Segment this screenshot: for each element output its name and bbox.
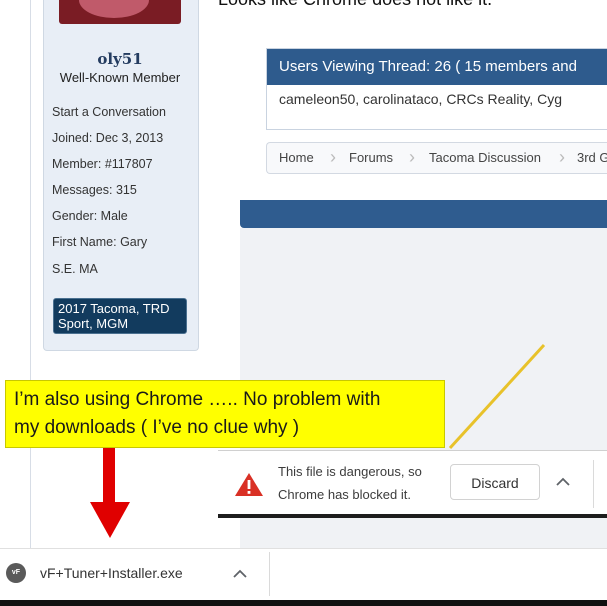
user-title: Well-Known Member	[59, 70, 181, 85]
breadcrumb-separator: ›	[559, 147, 565, 167]
shelf-divider	[269, 552, 270, 596]
messages-label: Messages:	[52, 183, 113, 197]
forum-footer-bar	[240, 200, 607, 228]
post-text: Looks like Chrome does not like it.	[218, 0, 492, 10]
chevron-up-icon[interactable]	[555, 475, 571, 489]
breadcrumb: Home › Forums › Tacoma Discussion › 3rd …	[266, 142, 607, 174]
users-viewing-panel: Users Viewing Thread: 26 ( 15 members an…	[266, 48, 607, 130]
username[interactable]: oly51	[43, 50, 197, 68]
warning-line-1: This file is dangerous, so	[278, 464, 422, 479]
member-label: Member:	[52, 157, 102, 171]
breadcrumb-tacoma-discussion[interactable]: Tacoma Discussion	[429, 143, 541, 173]
joined-row: Joined: Dec 3, 2013	[52, 131, 163, 145]
warning-message: This file is dangerous, so Chrome has bl…	[278, 460, 448, 506]
annotation-line-1: I’m also using Chrome ….. No problem wit…	[14, 389, 381, 410]
page-left-gutter	[0, 0, 31, 548]
start-conversation-link[interactable]: Start a Conversation	[52, 105, 166, 119]
messages-value[interactable]: 315	[116, 183, 137, 197]
shelf-edge	[218, 514, 607, 518]
download-item-filename[interactable]: vF+Tuner+Installer.exe	[40, 565, 183, 581]
joined-value: Dec 3, 2013	[95, 131, 164, 145]
firstname-label: First Name:	[52, 235, 117, 249]
vehicle-badge: 2017 Tacoma, TRD Sport, MGM	[53, 298, 187, 334]
warning-icon	[235, 473, 263, 496]
firstname-row: First Name: Gary	[52, 235, 147, 249]
gender-row: Gender: Male	[52, 209, 128, 223]
taskbar-edge	[0, 600, 607, 606]
annotation-line-2: my downloads ( I’ve no clue why )	[14, 417, 300, 438]
gender-label: Gender:	[52, 209, 98, 223]
breadcrumb-separator: ›	[330, 147, 336, 167]
vehicle-line-2: Sport, MGM	[58, 316, 129, 331]
file-icon: vF	[6, 563, 26, 583]
vehicle-line-1: 2017 Tacoma, TRD	[58, 301, 170, 316]
joined-label: Joined:	[52, 131, 93, 145]
breadcrumb-separator: ›	[409, 147, 415, 167]
breadcrumb-3rd-gen[interactable]: 3rd G	[577, 143, 607, 173]
avatar[interactable]	[59, 0, 181, 24]
discard-button[interactable]: Discard	[450, 464, 540, 500]
users-viewing-list[interactable]: cameleon50, carolinataco, CRCs Reality, …	[279, 91, 562, 107]
red-arrow	[90, 448, 130, 538]
divider	[593, 460, 594, 508]
messages-row: Messages: 315	[52, 183, 137, 197]
location: S.E. MA	[52, 262, 98, 276]
breadcrumb-forums[interactable]: Forums	[349, 143, 393, 173]
member-row: Member: #117807	[52, 157, 153, 171]
warning-line-2: Chrome has blocked it.	[278, 487, 411, 502]
firstname-value: Gary	[120, 235, 148, 249]
annotation-callout: I’m also using Chrome ….. No problem wit…	[5, 380, 445, 448]
users-viewing-header: Users Viewing Thread: 26 ( 15 members an…	[267, 49, 607, 85]
member-value: #117807	[104, 157, 153, 171]
chevron-up-icon[interactable]	[232, 567, 248, 581]
gender-value: Male	[100, 209, 128, 223]
breadcrumb-home[interactable]: Home	[279, 143, 314, 173]
